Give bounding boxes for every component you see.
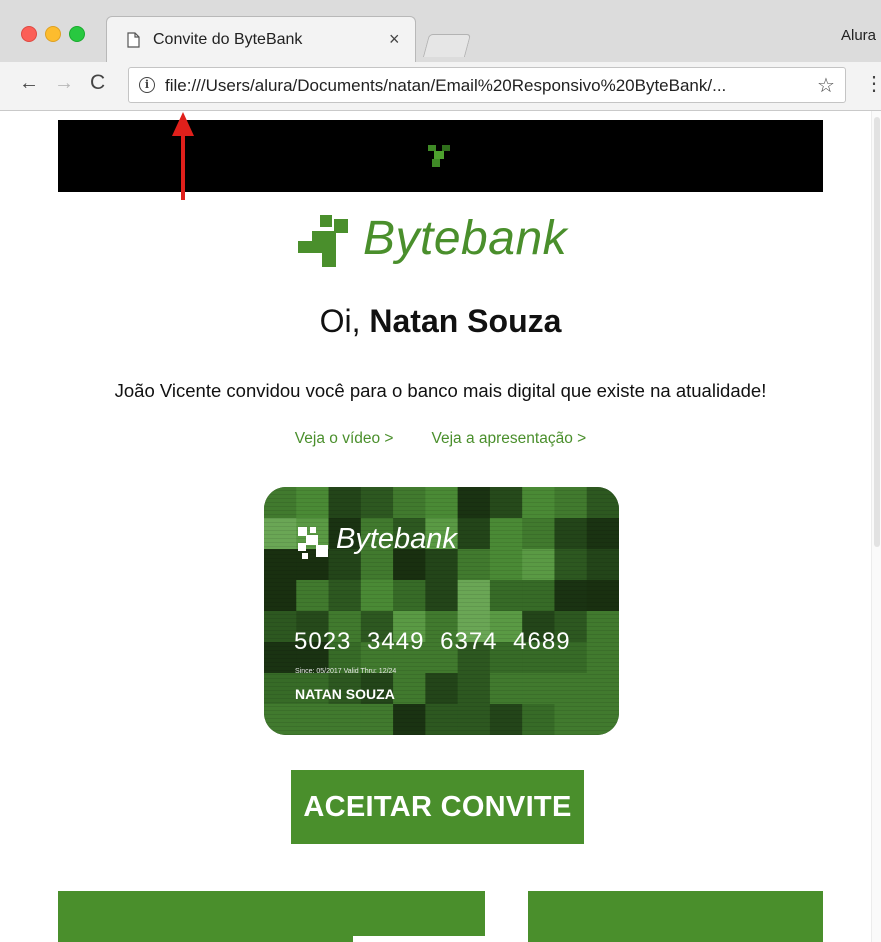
brand-wordmark: Bytebank: [363, 212, 568, 265]
reload-icon[interactable]: C: [90, 71, 105, 95]
info-icon[interactable]: i: [139, 77, 155, 93]
url-text[interactable]: file:///Users/alura/Documents/natan/Emai…: [165, 76, 726, 96]
forward-arrow-icon[interactable]: →: [54, 72, 74, 95]
new-tab-button[interactable]: [422, 34, 472, 57]
document-icon: [127, 32, 140, 48]
watch-video-link[interactable]: Veja o vídeo >: [295, 430, 394, 447]
accept-invite-button[interactable]: ACEITAR CONVITE: [291, 770, 584, 844]
address-bar[interactable]: i file:///Users/alura/Documents/natan/Em…: [128, 67, 846, 103]
credit-card-image: Bytebank 5023 3449 6374 4689 Since: 05/2…: [264, 487, 619, 735]
scrollbar-thumb[interactable]: [874, 117, 880, 547]
page-viewport: Bytebank Oi, Natan Souza João Vicente co…: [0, 111, 881, 942]
minimize-window-button[interactable]: [45, 26, 61, 42]
card-validity: Since: 05/2017 Valid Thru: 12/24: [295, 668, 397, 675]
annotation-arrow-icon: [172, 112, 194, 200]
feature-panel-right: [528, 891, 823, 942]
card-number: 5023 3449 6374 4689: [294, 628, 571, 655]
browser-menu-icon[interactable]: ⋮: [864, 71, 881, 96]
back-arrow-icon[interactable]: ←: [19, 72, 39, 95]
bytebank-logo-icon: [428, 145, 450, 167]
browser-tab-bar: Convite do ByteBank × Alura: [0, 0, 881, 63]
feature-panel-left: [58, 891, 485, 942]
tab-close-icon[interactable]: ×: [389, 29, 400, 50]
bytebank-mark-icon: [298, 215, 348, 267]
page-scrollbar[interactable]: [871, 111, 881, 942]
card-brand: Bytebank: [336, 523, 457, 555]
bookmark-star-icon[interactable]: ☆: [817, 73, 835, 98]
invite-message: João Vicente convidou você para o banco …: [114, 380, 767, 401]
greeting-heading: Oi, Natan Souza: [0, 303, 881, 340]
greeting-prefix: Oi,: [319, 303, 361, 339]
links-row: Veja o vídeo > Veja a apresentação >: [0, 430, 881, 448]
card-holder-name: NATAN SOUZA: [295, 686, 395, 702]
tab-title: Convite do ByteBank: [153, 31, 303, 48]
card-logo-icon: [298, 527, 328, 559]
browser-toolbar: ← → C i file:///Users/alura/Documents/na…: [0, 62, 881, 111]
close-window-button[interactable]: [21, 26, 37, 42]
profile-name[interactable]: Alura: [841, 27, 876, 44]
browser-tab[interactable]: Convite do ByteBank ×: [106, 16, 416, 62]
greeting-name: Natan Souza: [369, 303, 562, 339]
view-presentation-link[interactable]: Veja a apresentação >: [431, 430, 586, 447]
zoom-window-button[interactable]: [69, 26, 85, 42]
